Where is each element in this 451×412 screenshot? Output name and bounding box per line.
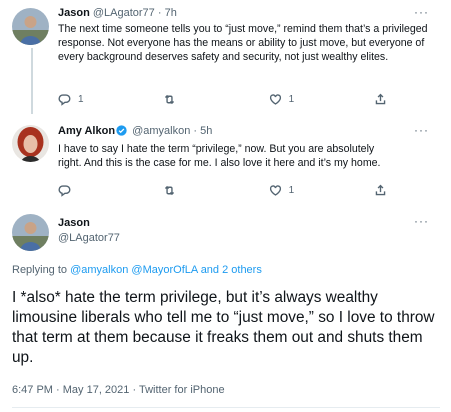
like-button[interactable]: 1 — [269, 183, 329, 197]
like-icon — [269, 93, 281, 105]
reply-count: 1 — [78, 93, 84, 105]
tweet-actions: 1 — [58, 183, 388, 197]
tweet-header: Amy Alkon @amyalkon · 5h — [58, 125, 212, 137]
tweet-jason[interactable]: Jason @LAgator77 · 7h ··· The next time … — [0, 0, 451, 116]
author-handle[interactable]: @LAgator77 — [93, 7, 155, 19]
share-icon — [375, 93, 386, 104]
like-button[interactable]: 1 — [269, 92, 329, 106]
verified-badge-icon — [116, 125, 127, 136]
author-handle[interactable]: @amyalkon — [132, 125, 190, 137]
share-button[interactable] — [374, 183, 388, 197]
focus-author-name[interactable]: Jason — [58, 217, 90, 229]
like-icon — [269, 184, 281, 196]
retweet-button[interactable] — [163, 92, 223, 106]
avatar-jason-focus[interactable] — [12, 214, 49, 251]
replying-to: Replying to @amyalkon @MayorOfLA and 2 o… — [12, 264, 262, 276]
focus-tweet-text: I *also* hate the term privilege, but it… — [12, 289, 435, 366]
author-name[interactable]: Jason — [58, 7, 90, 19]
thread-line — [31, 48, 33, 114]
replying-prefix: Replying to — [12, 264, 68, 276]
reply-button[interactable]: 1 — [58, 92, 118, 106]
tweet-text: The next time someone tells you to “just… — [58, 23, 428, 63]
more-icon[interactable]: ··· — [414, 214, 429, 228]
reply-button[interactable] — [58, 183, 118, 197]
reply-icon — [58, 184, 71, 197]
others-link[interactable]: and 2 others — [201, 264, 262, 276]
more-icon[interactable]: ··· — [414, 5, 429, 19]
tweet-header: Jason @LAgator77 · 7h — [58, 7, 177, 19]
mention-link[interactable]: @amyalkon — [70, 264, 128, 276]
retweet-icon — [165, 185, 175, 195]
like-count: 1 — [288, 93, 295, 105]
tweet-time[interactable]: 7h — [165, 7, 177, 19]
divider — [12, 407, 440, 408]
author-name[interactable]: Amy Alkon — [58, 125, 115, 137]
retweet-button[interactable] — [163, 183, 223, 197]
reply-icon — [58, 93, 71, 106]
avatar-jason[interactable] — [12, 8, 49, 45]
tweet-actions: 1 1 — [58, 92, 388, 106]
tweet-text: I have to say I hate the term “privilege… — [58, 143, 381, 169]
share-icon — [375, 184, 386, 195]
avatar-amy-alkon[interactable] — [12, 125, 49, 162]
retweet-icon — [165, 94, 175, 104]
share-button[interactable] — [374, 92, 388, 106]
tweet-timestamp[interactable]: 6:47 PM · May 17, 2021 · Twitter for iPh… — [12, 384, 225, 396]
more-icon[interactable]: ··· — [414, 123, 429, 137]
tweet-time[interactable]: 5h — [200, 125, 212, 137]
mention-link[interactable]: @MayorOfLA — [131, 264, 197, 276]
focus-author-handle[interactable]: @LAgator77 — [58, 232, 120, 244]
separator-dot: · — [193, 125, 198, 137]
separator-dot: · — [157, 7, 162, 19]
like-count: 1 — [288, 184, 295, 196]
tweet-amy-alkon[interactable]: Amy Alkon @amyalkon · 5h ··· I have to s… — [0, 116, 451, 206]
